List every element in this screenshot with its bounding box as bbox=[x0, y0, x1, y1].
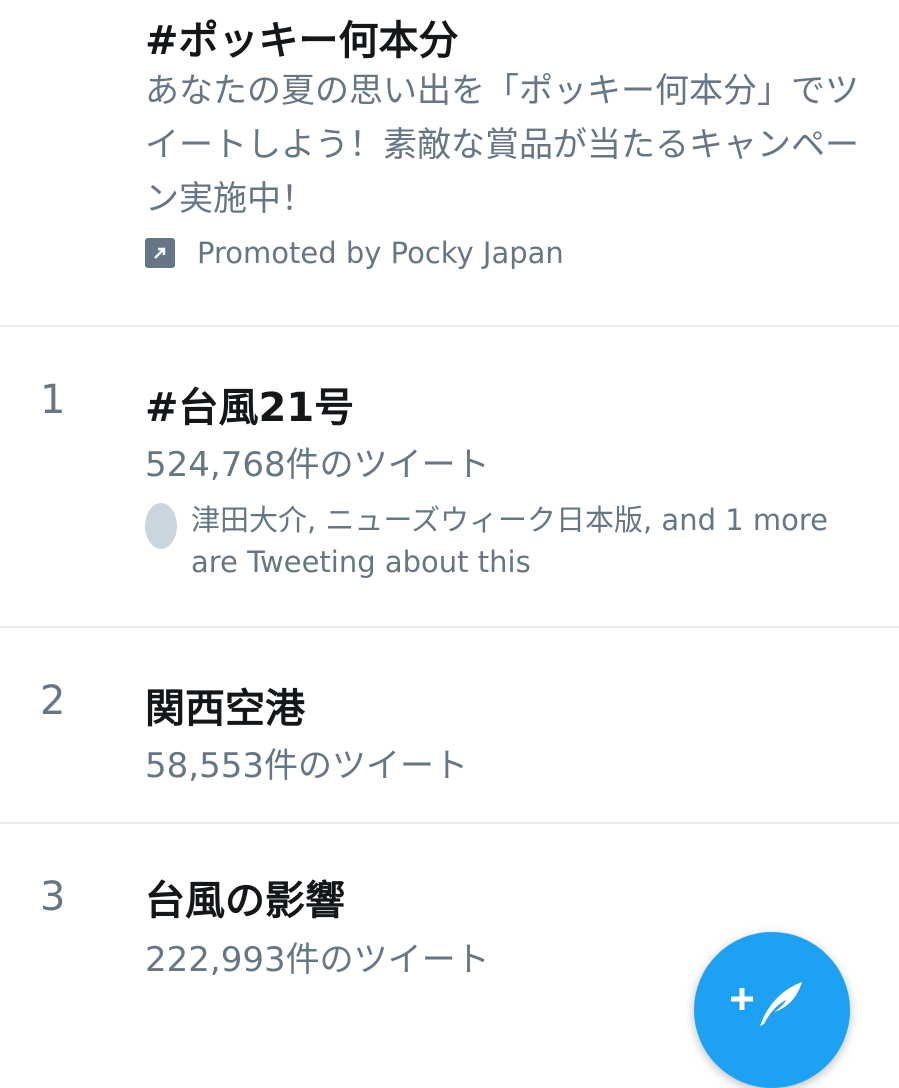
trend-rank: 3 bbox=[40, 874, 66, 920]
trend-title: 台風の影響 bbox=[145, 878, 345, 924]
trend-rank: 2 bbox=[40, 678, 66, 724]
promoted-trend-title: #ポッキー何本分 bbox=[145, 18, 459, 64]
compose-tweet-button[interactable] bbox=[694, 932, 850, 1088]
trend-tweet-count: 58,553件のツイート bbox=[145, 746, 468, 786]
trend-tweet-count: 524,768件のツイート bbox=[145, 445, 490, 485]
promoted-trend[interactable]: #ポッキー何本分 あなたの夏の思い出を「ポッキー何本分」でツイートしよう！素敵な… bbox=[0, 0, 899, 327]
trend-context: 津田大介, ニューズウィーク日本版, and 1 more are Tweeti… bbox=[145, 499, 831, 583]
promoted-trend-description: あなたの夏の思い出を「ポッキー何本分」でツイートしよう！素敵な賞品が当たるキャン… bbox=[145, 71, 859, 219]
compose-tweet-icon bbox=[731, 982, 802, 1026]
trend-rank: 1 bbox=[40, 377, 66, 423]
avatar bbox=[145, 503, 177, 549]
trend-item[interactable]: 2 関西空港 58,553件のツイート bbox=[0, 628, 899, 824]
trend-item[interactable]: 1 #台風21号 524,768件のツイート 津田大介, ニューズウィーク日本版… bbox=[0, 327, 899, 628]
trend-context-text: 津田大介, ニューズウィーク日本版, and 1 more are Tweeti… bbox=[191, 503, 828, 579]
trend-title: #台風21号 bbox=[145, 385, 355, 431]
trend-title: 関西空港 bbox=[145, 686, 305, 732]
promoted-by-label: Promoted by Pocky Japan bbox=[197, 236, 564, 270]
promoted-by[interactable]: Promoted by Pocky Japan bbox=[145, 236, 564, 270]
promoted-arrow-icon bbox=[145, 238, 175, 268]
trend-tweet-count: 222,993件のツイート bbox=[145, 940, 490, 980]
